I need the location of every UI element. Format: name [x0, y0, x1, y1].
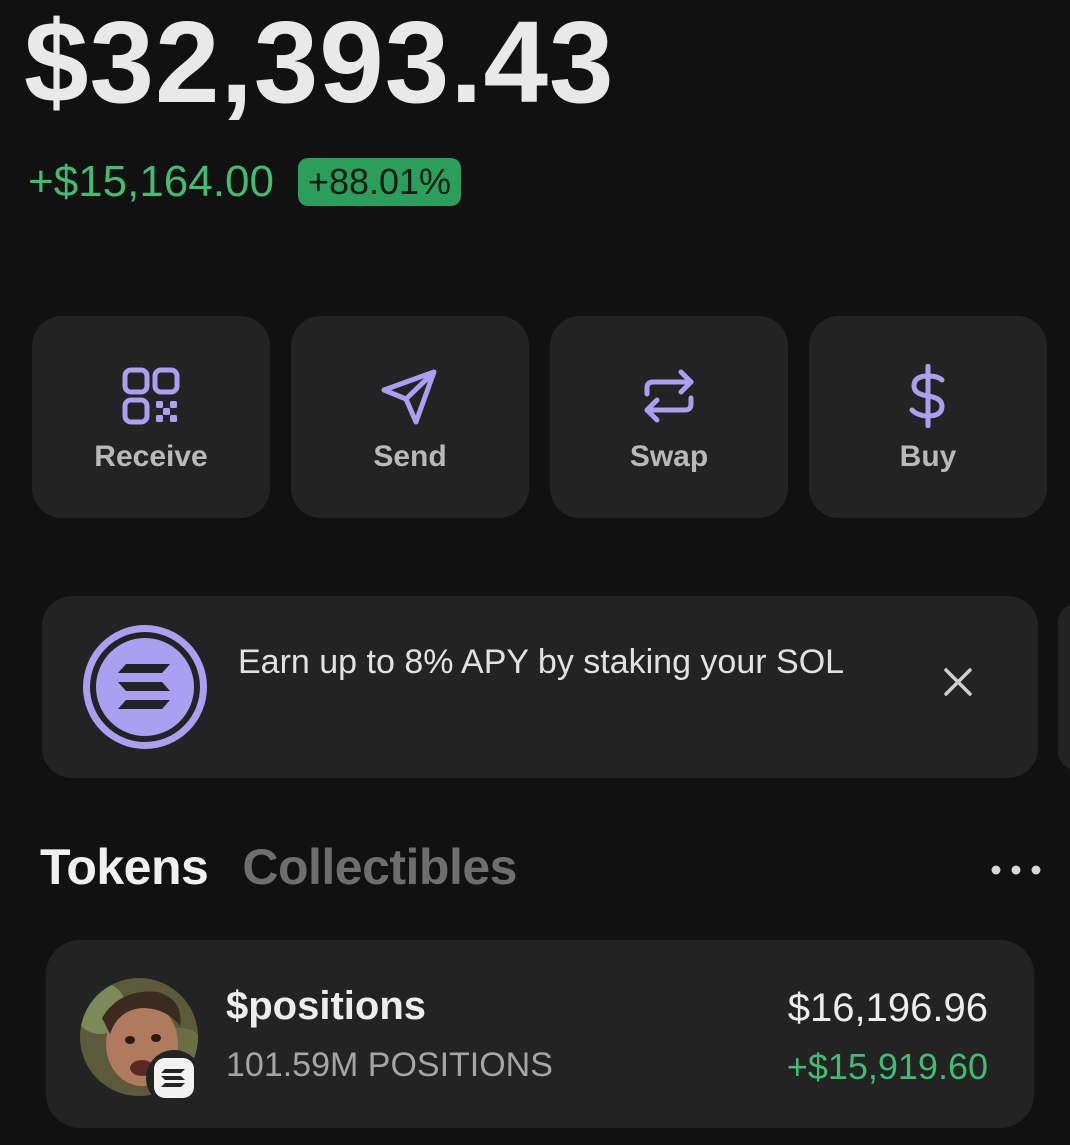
asset-tabs: Tokens Collectibles [40, 838, 517, 896]
wallet-home: $32,393.43 +$15,164.00 +88.01% Receive S… [0, 0, 1070, 1145]
chain-badge [146, 1050, 202, 1106]
close-icon[interactable] [940, 664, 976, 700]
staking-promo-banner[interactable]: Earn up to 8% APY by staking your SOL [42, 596, 1038, 778]
token-change: +$15,919.60 [786, 1046, 988, 1087]
buy-button[interactable]: Buy [809, 316, 1047, 518]
send-button[interactable]: Send [291, 316, 529, 518]
portfolio-balance: $32,393.43 [24, 0, 615, 127]
qr-code-icon [122, 367, 180, 425]
tab-tokens[interactable]: Tokens [40, 838, 209, 896]
swap-button[interactable]: Swap [550, 316, 788, 518]
change-amount: +$15,164.00 [28, 157, 274, 206]
token-name: $positions [226, 984, 427, 1028]
buy-label: Buy [899, 440, 957, 473]
next-banner-peek[interactable] [1058, 604, 1070, 770]
portfolio-change: +$15,164.00 +88.01% [28, 154, 462, 210]
token-row[interactable]: $positions 101.59M POSITIONS $16,196.96 … [46, 940, 1034, 1128]
dollar-icon [909, 364, 945, 428]
send-icon [381, 369, 437, 425]
promo-text: Earn up to 8% APY by staking your SOL [238, 643, 845, 681]
token-value: $16,196.96 [787, 986, 988, 1030]
change-percent-badge: +88.01% [297, 158, 462, 206]
action-bar: Receive Send Swap Buy [32, 316, 1048, 520]
token-balance: 101.59M POSITIONS [226, 1046, 553, 1084]
tab-collectibles[interactable]: Collectibles [242, 838, 517, 896]
solana-icon [83, 625, 207, 749]
swap-label: Swap [629, 440, 709, 473]
swap-icon [644, 369, 694, 423]
receive-button[interactable]: Receive [32, 316, 270, 518]
receive-label: Receive [94, 440, 208, 473]
solana-badge-icon [154, 1058, 194, 1098]
send-label: Send [373, 440, 447, 473]
more-options-icon[interactable] [988, 858, 1044, 882]
